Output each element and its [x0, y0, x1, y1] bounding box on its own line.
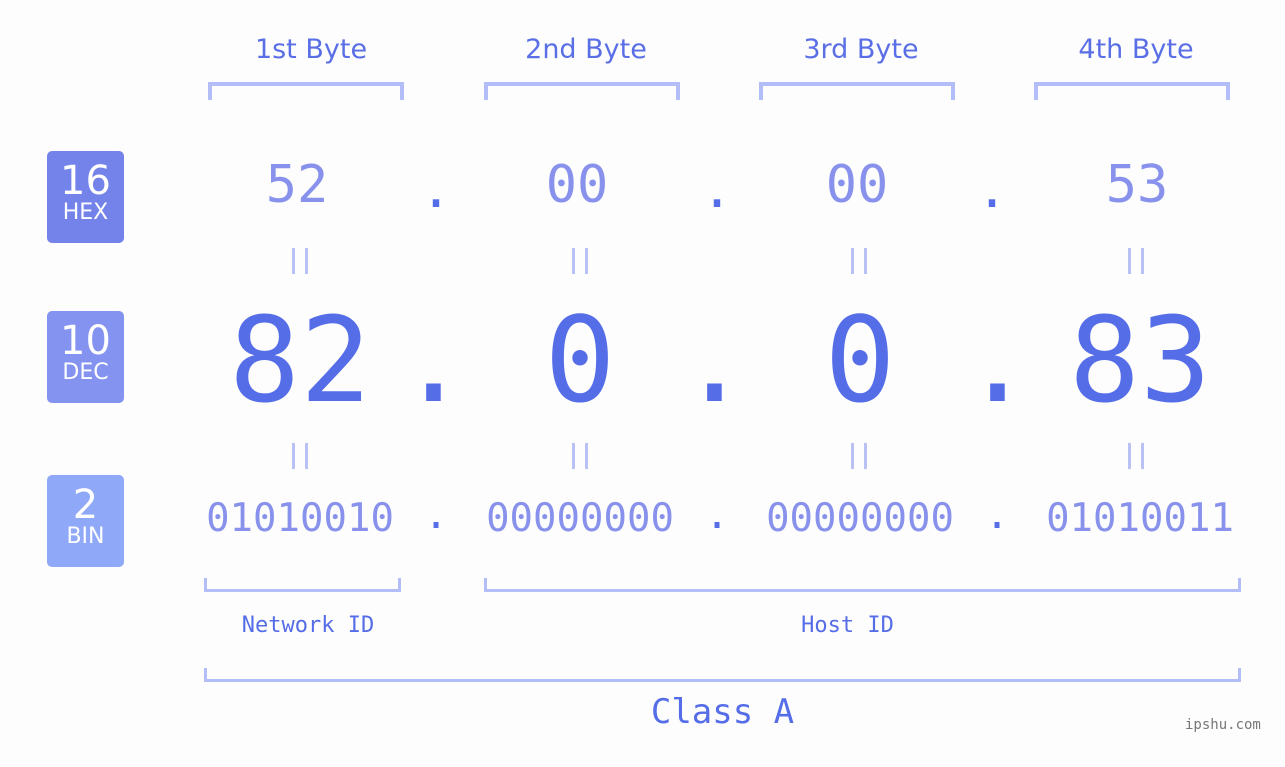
equals-icon: [851, 248, 867, 274]
dec-dot-2: .: [679, 291, 751, 429]
bin-dot-1: .: [423, 492, 449, 538]
equals-icon: [572, 248, 588, 274]
network-id-label: Network ID: [241, 613, 375, 638]
byte-2-bracket: [484, 82, 680, 100]
hex-dot-3: .: [976, 160, 1008, 220]
hex-byte-2: 00: [545, 155, 609, 215]
byte-4-bracket: [1034, 82, 1230, 100]
equals-icon: [292, 248, 308, 274]
bin-dot-3: .: [984, 492, 1010, 538]
class-bracket: [204, 668, 1241, 682]
hex-byte-4: 53: [1105, 155, 1169, 215]
hex-byte-3: 00: [825, 155, 889, 215]
network-id-bracket: [204, 578, 401, 592]
hex-base: 16: [60, 158, 111, 204]
bin-byte-3: 00000000: [766, 496, 954, 541]
bin-badge: 2 BIN: [47, 475, 124, 567]
dec-badge: 10 DEC: [47, 311, 124, 403]
hex-label: HEX: [62, 200, 109, 225]
bin-byte-2: 00000000: [486, 496, 674, 541]
dec-base: 10: [60, 318, 111, 364]
header-byte-1: 1st Byte: [254, 34, 368, 65]
hex-dot-1: .: [420, 160, 452, 220]
header-byte-3: 3rd Byte: [803, 34, 919, 65]
bin-label: BIN: [66, 524, 105, 549]
equals-icon: [1128, 443, 1144, 469]
bin-base: 2: [72, 482, 99, 528]
dec-byte-4: 83: [1068, 291, 1212, 429]
hex-badge: 16 HEX: [47, 151, 124, 243]
header-byte-2: 2nd Byte: [525, 34, 647, 65]
dec-dot-1: .: [398, 291, 470, 429]
bin-byte-1: 01010010: [206, 496, 394, 541]
equals-icon: [292, 443, 308, 469]
equals-icon: [1128, 248, 1144, 274]
hex-byte-1: 52: [265, 155, 329, 215]
dec-label: DEC: [62, 360, 109, 385]
dec-dot-3: .: [962, 291, 1034, 429]
class-label: Class A: [650, 692, 795, 732]
equals-icon: [572, 443, 588, 469]
host-id-label: Host ID: [801, 613, 894, 638]
hex-dot-2: .: [701, 160, 733, 220]
byte-1-bracket: [208, 82, 404, 100]
byte-3-bracket: [759, 82, 955, 100]
dec-byte-1: 82: [228, 291, 372, 429]
dec-byte-2: 0: [544, 291, 616, 429]
equals-icon: [851, 443, 867, 469]
watermark: ipshu.com: [1185, 717, 1261, 733]
bin-byte-4: 01010011: [1046, 496, 1234, 541]
dec-byte-3: 0: [824, 291, 896, 429]
header-byte-4: 4th Byte: [1078, 34, 1194, 65]
bin-dot-2: .: [704, 492, 730, 538]
host-id-bracket: [484, 578, 1241, 592]
